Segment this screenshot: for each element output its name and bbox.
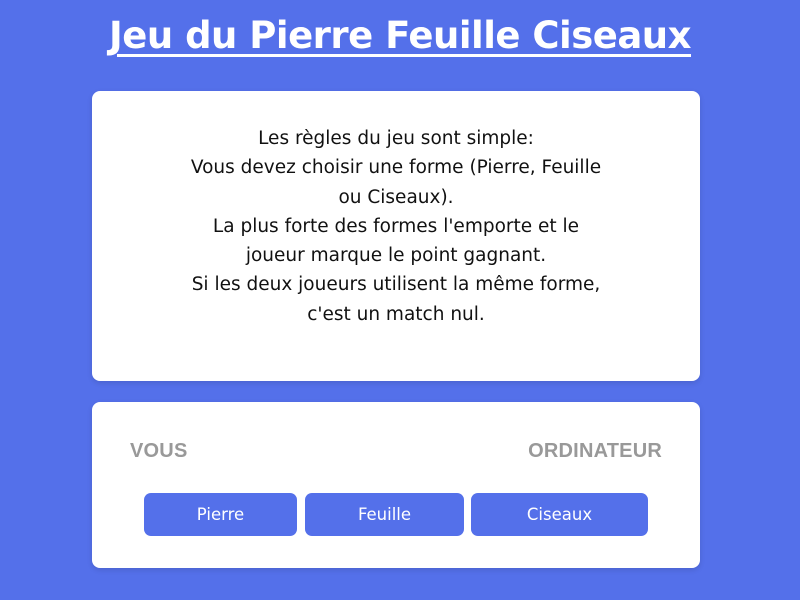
- rules-line: Les règles du jeu sont simple:: [258, 128, 534, 149]
- rules-line: joueur marque le point gagnant.: [245, 245, 547, 267]
- player-label: VOUS: [130, 440, 188, 462]
- rules-line: Vous devez choisir une forme (Pierre, Fe…: [190, 157, 602, 179]
- rock-button[interactable]: Pierre: [144, 493, 297, 536]
- game-card: VOUS ORDINATEUR Pierre Feuille Ciseaux: [92, 402, 700, 568]
- rules-card: Les règles du jeu sont simple: Vous deve…: [92, 91, 700, 381]
- rules-line: c'est un match nul.: [307, 303, 485, 325]
- computer-label: ORDINATEUR: [528, 440, 662, 462]
- paper-button[interactable]: Feuille: [305, 493, 464, 536]
- rules-text: Les règles du jeu sont simple: Vous deve…: [122, 124, 670, 329]
- rules-line: La plus forte des formes l'emporte et le: [212, 215, 580, 237]
- rules-line: ou Ciseaux).: [338, 186, 454, 208]
- scissors-button[interactable]: Ciseaux: [471, 493, 648, 536]
- page-title: Jeu du Pierre Feuille Ciseaux: [108, 14, 692, 57]
- rules-line: Si les deux joueurs utilisent la même fo…: [191, 274, 601, 296]
